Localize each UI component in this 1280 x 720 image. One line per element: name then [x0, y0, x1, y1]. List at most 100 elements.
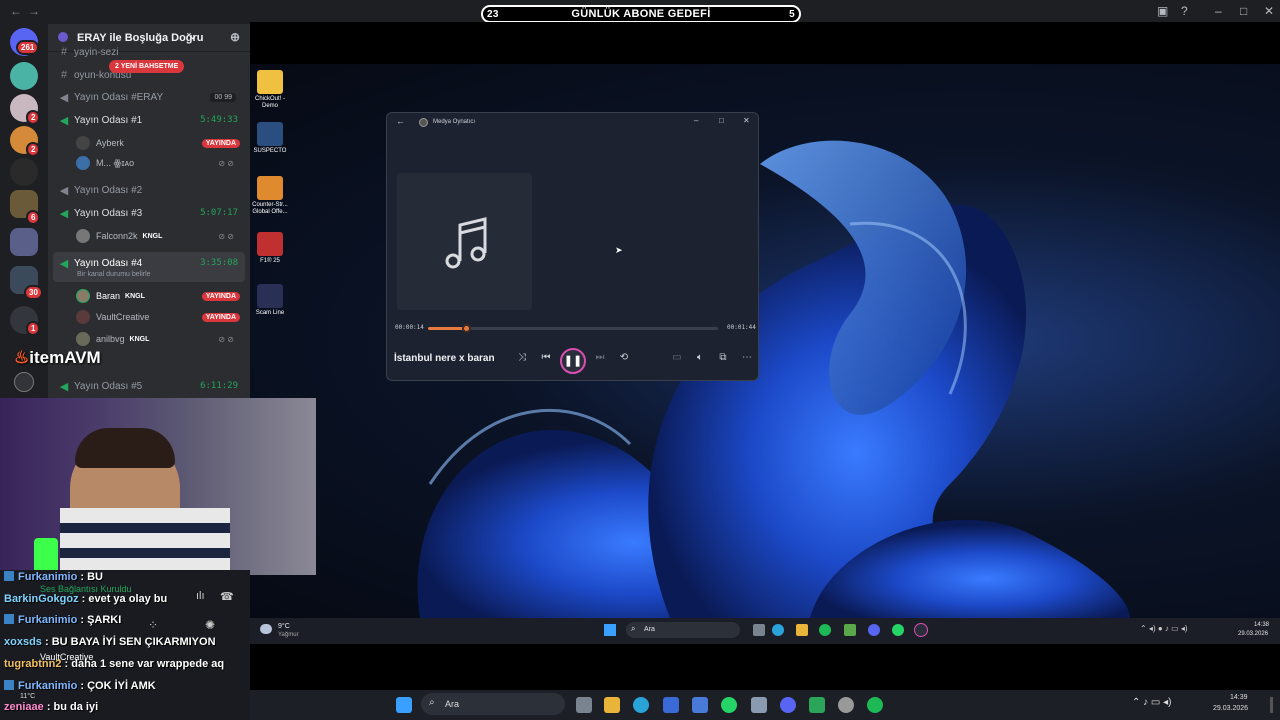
media-player-taskbar-icon[interactable] — [914, 623, 928, 637]
new-mentions-badge[interactable]: 2 YENİ BAHSETME — [109, 60, 185, 73]
maximize-button[interactable]: □ — [719, 116, 724, 125]
app-icon[interactable] — [844, 624, 856, 636]
close-button[interactable]: ✕ — [1264, 4, 1274, 18]
repeat-off-icon[interactable]: ⟲ — [616, 352, 632, 363]
app-icon[interactable] — [751, 697, 767, 713]
voice-channel[interactable]: ◀ Yayın Odası #2 — [54, 180, 244, 200]
voice-user[interactable]: VaultCreative YAYINDA — [76, 307, 242, 327]
discover-icon[interactable] — [14, 372, 34, 392]
user-tag: KNGL — [125, 292, 145, 300]
previous-track-icon[interactable]: ⏮ — [538, 352, 554, 363]
obs-icon[interactable] — [838, 697, 854, 713]
activities-icon[interactable]: ⁘ — [148, 618, 158, 632]
discord-icon[interactable] — [868, 624, 880, 636]
voice-channel-active[interactable]: ◀ Yayın Odası #4 3:35:08 — [54, 253, 244, 273]
pause-button[interactable]: ❚❚ — [560, 348, 586, 374]
mail-icon[interactable] — [692, 697, 708, 713]
channel-status[interactable]: Bir kanal durumu belirle — [77, 271, 151, 278]
chat-user: BarkinGokgoz — [4, 593, 79, 605]
desktop-icon-csgo[interactable]: Counter-Str... Global Offe... — [250, 176, 290, 216]
avatar — [76, 156, 90, 170]
icon-label: Counter-Str... Global Offe... — [252, 202, 288, 215]
miniplayer-icon[interactable]: ▭ — [669, 352, 685, 363]
tray-icons[interactable]: ⌃ ♪ ▭ ◂) — [1132, 697, 1172, 708]
avatar — [76, 289, 90, 303]
voice-user[interactable]: M... ꙮɪᴀᴏ ⊘ ⊘ — [76, 153, 242, 173]
suspecto-icon — [257, 122, 283, 146]
start-icon[interactable] — [396, 697, 412, 713]
top-bar: ← → 23 GÜNLÜK ABONE GEDEFİ 5 ▣ ? – □ ✕ — [0, 0, 1280, 24]
volume-icon[interactable]: 🔈︎ — [692, 352, 708, 363]
whatsapp-icon[interactable] — [892, 624, 904, 636]
taskbar-weather: 11°C — [20, 693, 36, 700]
channel-label: Yayın Odası #2 — [74, 184, 143, 196]
seek-thumb[interactable] — [461, 324, 471, 333]
task-view-icon[interactable] — [753, 624, 765, 636]
spotify-icon[interactable] — [819, 624, 831, 636]
chat-text: : bu da iyi — [46, 701, 99, 713]
app-icon[interactable] — [809, 697, 825, 713]
voice-user[interactable]: Ayberk YAYINDA — [76, 133, 242, 153]
inbox-icon[interactable]: ▣ — [1157, 4, 1168, 18]
close-button[interactable]: ✕ — [743, 116, 750, 125]
voice-user[interactable]: Baran KNGL YAYINDA — [76, 286, 242, 306]
voice-channel[interactable]: ◀ Yayın Odası #ERAY 00 99 — [54, 87, 244, 107]
next-track-icon[interactable]: ⏭ — [592, 352, 608, 363]
chat-text: : BU BAYA İYİ SEN ÇIKARMIYON — [44, 636, 216, 648]
shuffle-icon[interactable]: ⤨ — [514, 352, 530, 363]
search-box[interactable]: ⌕ Ara — [626, 622, 740, 638]
user-name: M... ꙮɪᴀᴏ — [96, 157, 135, 168]
disconnect-icon[interactable]: ☎ — [220, 590, 234, 603]
voice-user[interactable]: Falconn2k KNGL ⊘ ⊘ — [76, 226, 242, 246]
discord-icon[interactable] — [780, 697, 796, 713]
voice-channel[interactable]: ◀ Yayın Odası #3 5:07:17 — [54, 203, 244, 223]
server-icon[interactable] — [10, 62, 38, 90]
server-boost-icon — [58, 32, 68, 42]
channel-text[interactable]: # yayin-sezi — [54, 42, 244, 62]
server-badge: 2 — [26, 142, 41, 157]
forward-arrow-icon[interactable]: → — [28, 4, 40, 18]
desktop-icon-scamline[interactable]: Scam Line — [250, 284, 290, 317]
file-explorer-icon[interactable] — [796, 624, 808, 636]
tray-icons[interactable]: ⌃ ◂) ● ♪ ▭ ◂) — [1140, 624, 1188, 633]
maximize-button[interactable]: □ — [1240, 4, 1247, 18]
task-view-icon[interactable] — [576, 697, 592, 713]
chat-message: xoxsds : BU BAYA İYİ SEN ÇIKARMIYON — [4, 636, 216, 648]
subscriber-badge-icon — [4, 614, 14, 624]
subscriber-badge-icon — [4, 571, 14, 581]
file-explorer-icon[interactable] — [604, 697, 620, 713]
back-arrow-icon[interactable]: ← — [396, 116, 405, 126]
start-icon[interactable] — [604, 624, 616, 636]
spotify-icon[interactable] — [867, 697, 883, 713]
minimize-button[interactable]: – — [1215, 4, 1222, 18]
whatsapp-icon[interactable] — [721, 697, 737, 713]
csgo-icon — [257, 176, 283, 200]
desktop-icon-suspecto[interactable]: SUSPECTO — [250, 122, 290, 155]
voice-user[interactable]: anilbvg KNGL ⊘ ⊘ — [76, 329, 242, 349]
noise-suppression-icon[interactable]: ılı — [196, 590, 205, 602]
minimize-button[interactable]: – — [694, 116, 698, 125]
chat-message: Furkanimio : ŞARKI — [4, 614, 121, 626]
server-icon[interactable] — [10, 158, 38, 186]
chat-text: : evet ya olay bu — [81, 593, 168, 605]
voice-channel[interactable]: ◀ Yayın Odası #1 5:49:33 — [54, 110, 244, 130]
show-desktop-button[interactable] — [1270, 697, 1273, 713]
cast-icon[interactable]: ⧉ — [715, 352, 731, 363]
soundboard-icon[interactable]: ✺ — [205, 618, 215, 632]
seek-bar-fill — [428, 327, 466, 330]
edge-icon[interactable] — [772, 624, 784, 636]
edge-icon[interactable] — [633, 697, 649, 713]
taskbar-search[interactable]: ⌕ Ara — [421, 693, 565, 715]
desktop-icon-chickout[interactable]: ChickOut! - Demo — [250, 70, 290, 110]
clock-time: 14:38 — [1254, 622, 1270, 628]
more-options-icon[interactable]: ⋯ — [739, 352, 755, 363]
seek-bar[interactable] — [428, 324, 718, 333]
back-arrow-icon[interactable]: ← — [10, 4, 22, 18]
desktop-icon-f1[interactable]: F1® 25 — [250, 232, 290, 265]
stream-logo: ♨itemAVM — [14, 348, 101, 368]
voice-channel[interactable]: ◀ Yayın Odası #5 6:11:29 — [54, 376, 244, 396]
user-tag: KNGL — [142, 232, 163, 240]
server-folder-icon[interactable] — [10, 228, 38, 256]
help-icon[interactable]: ? — [1181, 4, 1188, 18]
store-icon[interactable] — [663, 697, 679, 713]
